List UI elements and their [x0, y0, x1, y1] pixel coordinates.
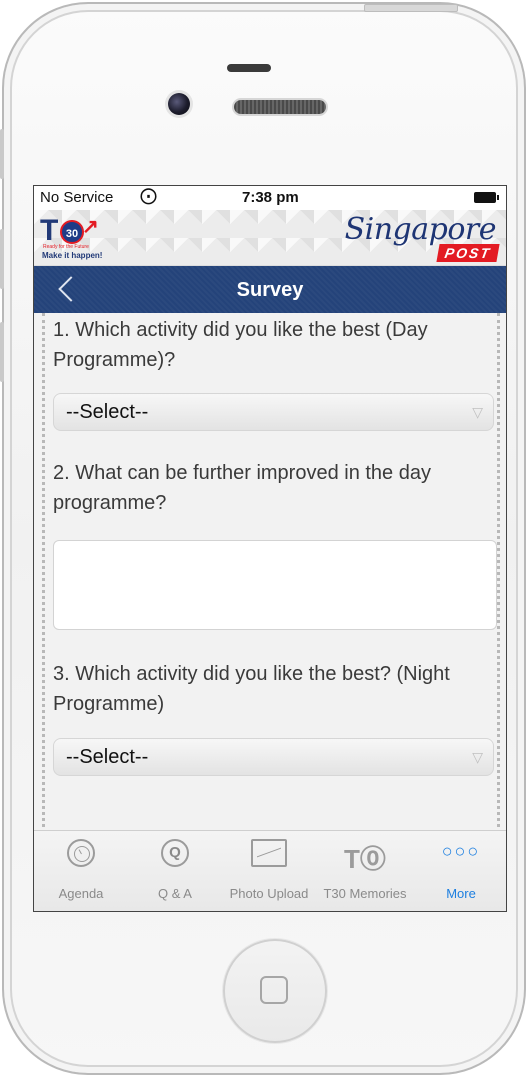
- volume-down-button: [0, 322, 4, 382]
- app-screen: No Service ⨀ 7:38 pm T 30 ↗ Ready for th…: [33, 185, 507, 912]
- battery-icon: [474, 192, 499, 203]
- tab-t30-memories[interactable]: T⓪ T30 Memories: [318, 831, 412, 911]
- clock-icon: [67, 839, 95, 867]
- t30-logo-t: T: [40, 214, 59, 247]
- dropdown-chevron-icon: ▽: [472, 749, 483, 765]
- power-button: [364, 4, 458, 12]
- tab-more[interactable]: ○○○ More: [414, 831, 506, 911]
- question-1-select[interactable]: --Select-- ▽: [53, 393, 494, 431]
- tab-q-and-a[interactable]: Q Q & A: [128, 831, 222, 911]
- page-title: Survey: [236, 279, 304, 301]
- brand-banner: T 30 ↗ Ready for the Future Make it happ…: [34, 210, 506, 266]
- question-3-label: 3. Which activity did you like the best?…: [53, 663, 450, 715]
- carrier-label: No Service: [40, 189, 114, 206]
- survey-form: 1. Which activity did you like the best …: [34, 313, 506, 833]
- t30-slogan: Make it happen!: [42, 251, 103, 260]
- t30-logo-number: 30: [60, 220, 84, 244]
- tab-label: Photo Upload: [229, 886, 309, 901]
- t30-arrow-icon: ↗: [82, 216, 99, 238]
- status-bar: No Service ⨀ 7:38 pm: [34, 186, 506, 210]
- mute-switch: [0, 129, 4, 179]
- t30-icon: T⓪: [344, 844, 386, 874]
- tab-photo-upload[interactable]: Photo Upload: [222, 831, 316, 911]
- post-badge: POST: [436, 244, 500, 262]
- proximity-sensor: [227, 64, 271, 72]
- status-time: 7:38 pm: [242, 189, 299, 206]
- question-3-select[interactable]: --Select-- ▽: [53, 738, 494, 776]
- home-button[interactable]: [223, 939, 327, 1043]
- volume-up-button: [0, 229, 4, 289]
- home-square-icon: [260, 976, 288, 1004]
- dropdown-chevron-icon: ▽: [472, 404, 483, 420]
- question-1-label: 1. Which activity did you like the best …: [53, 319, 428, 371]
- tab-agenda[interactable]: Agenda: [34, 831, 128, 911]
- question-2-textarea[interactable]: [53, 540, 497, 630]
- singapore-post-logo: Singapore: [344, 212, 497, 247]
- t30-tagline: Ready for the Future: [43, 244, 89, 250]
- more-dots-icon: ○○○: [441, 841, 481, 861]
- question-1-select-value: --Select--: [66, 401, 149, 423]
- question-2-label: 2. What can be further improved in the d…: [53, 462, 431, 514]
- front-camera: [168, 93, 190, 115]
- question-3-select-value: --Select--: [66, 746, 149, 768]
- tab-label: T30 Memories: [323, 886, 407, 901]
- tab-bar: Agenda Q Q & A Photo Upload T⓪ T30 Memor…: [34, 830, 506, 911]
- tab-label: Agenda: [58, 886, 104, 901]
- nav-bar: Survey: [34, 266, 506, 314]
- q-icon: Q: [161, 839, 189, 867]
- photo-icon: [251, 839, 287, 867]
- tab-label: More: [446, 886, 476, 901]
- wifi-icon: ⨀: [140, 186, 157, 205]
- earpiece-speaker: [234, 100, 326, 114]
- tab-label: Q & A: [158, 886, 192, 901]
- t30-logo: T 30 ↗ Ready for the Future Make it happ…: [38, 214, 112, 262]
